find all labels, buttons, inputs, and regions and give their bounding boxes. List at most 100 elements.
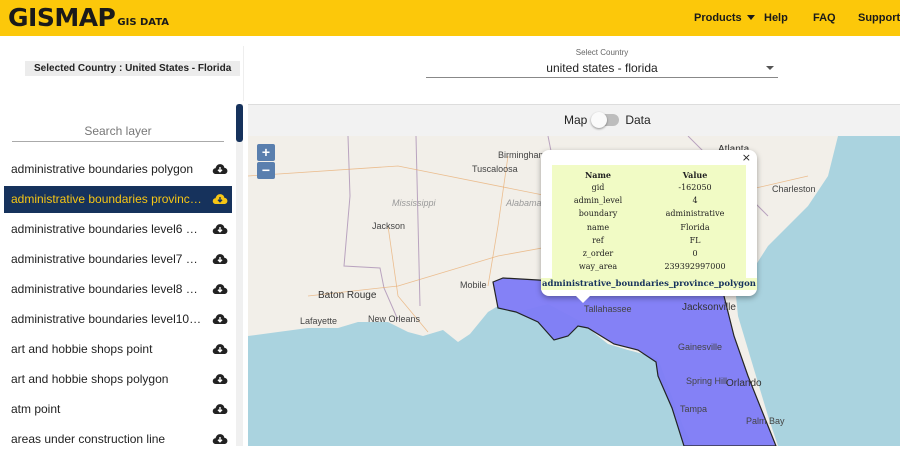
city-label: Tuscaloosa <box>472 164 518 174</box>
sidebar-scrollbar-thumb[interactable] <box>236 104 243 142</box>
layer-item[interactable]: atm point <box>4 396 232 423</box>
country-header: Selected Country : United States - Flori… <box>0 36 900 104</box>
nav-faq[interactable]: FAQ <box>813 0 836 36</box>
top-navbar: GISMAP GIS DATA Products Help FAQ Suppor… <box>0 0 900 36</box>
attribute-name: gid <box>591 183 605 192</box>
layer-item-label: administrative boundaries level6 county … <box>11 222 203 236</box>
table-row: way_area 239392997000 <box>552 261 746 273</box>
attribute-name: way_area <box>578 262 618 272</box>
city-label: Lafayette <box>300 316 338 326</box>
attribute-value: Florida <box>680 222 710 232</box>
layer-item[interactable]: administrative boundaries level10 polygo… <box>4 306 232 333</box>
cloud-download-icon[interactable] <box>212 162 228 176</box>
attribute-name: boundary <box>578 209 618 219</box>
layer-item[interactable]: administrative boundaries polygon <box>4 156 232 183</box>
toggle-data-label: Data <box>625 113 651 127</box>
caret-down-icon <box>746 15 755 20</box>
map-data-toggle[interactable]: Map Data <box>564 112 651 128</box>
nav-help[interactable]: Help <box>764 0 788 36</box>
state-label: Alabama <box>506 198 542 208</box>
layer-item[interactable]: art and hobbie shops polygon <box>4 366 232 393</box>
city-label: Baton Rouge <box>318 290 377 301</box>
attribute-table: Name Value gid -162050 admin_level 4 boundar… <box>552 165 746 287</box>
table-row: gid -162050 <box>552 182 746 194</box>
attribute-name: admin_level <box>573 196 623 206</box>
city-label: Mobile <box>460 280 487 290</box>
layer-item-label: art and hobbie shops point <box>11 342 153 356</box>
country-select[interactable]: united states - florida <box>426 58 778 78</box>
attribute-value: 0 <box>692 249 698 258</box>
layer-item[interactable]: administrative boundaries level6 county … <box>4 216 232 243</box>
chevron-down-icon <box>766 66 774 70</box>
layer-item-label: administrative boundaries level7 polygon <box>11 252 203 266</box>
cloud-download-icon[interactable] <box>212 282 228 296</box>
sidebar-scrollbar-track[interactable] <box>236 104 243 446</box>
logo-subtext: GIS DATA <box>117 17 170 28</box>
state-label: Mississippi <box>392 198 436 208</box>
attribute-name: name <box>586 222 610 232</box>
layer-sidebar: administrative boundaries polygon adminis… <box>0 104 243 446</box>
layer-item-label: administrative boundaries polygon <box>11 162 194 176</box>
cloud-download-icon[interactable] <box>212 192 228 206</box>
attribute-name: z_order <box>582 249 614 258</box>
name-header: Name <box>584 170 612 180</box>
feature-popup: × Name Value gid -162050 admin_level 4 bound… <box>541 150 757 303</box>
layer-item[interactable]: art and hobbie shops point <box>4 336 232 363</box>
attribute-value: 239392997000 <box>664 262 726 272</box>
nav-support[interactable]: Support <box>858 0 900 36</box>
cloud-download-icon[interactable] <box>212 252 228 266</box>
city-label: New Orleans <box>368 314 421 324</box>
city-label: Spring Hill <box>686 376 728 386</box>
cloud-download-icon[interactable] <box>212 402 228 416</box>
table-header: Name Value <box>552 169 746 181</box>
city-label: Tallahassee <box>584 304 632 314</box>
layer-item-label: administrative boundaries level10 polygo… <box>11 312 203 326</box>
nav-products-label: Products <box>694 12 742 24</box>
layer-item-label: administrative boundaries province polyg… <box>11 192 203 206</box>
table-row: name Florida <box>552 222 746 234</box>
selected-country-badge: Selected Country : United States - Flori… <box>25 61 241 76</box>
zoom-in-button[interactable]: + <box>257 144 275 161</box>
attribute-value: FL <box>689 235 701 245</box>
cloud-download-icon[interactable] <box>212 342 228 356</box>
layer-item-label: administrative boundaries level8 polygon <box>11 282 203 296</box>
attribute-name: ref <box>592 235 604 245</box>
layer-item[interactable]: administrative boundaries level7 polygon <box>4 246 232 273</box>
cloud-download-icon[interactable] <box>212 222 228 236</box>
city-label: Charleston <box>772 184 816 194</box>
layer-item[interactable]: areas under construction line <box>4 426 232 453</box>
layer-item-label: areas under construction line <box>11 432 166 446</box>
close-icon[interactable]: × <box>742 151 751 164</box>
table-row: z_order 0 <box>552 248 746 260</box>
cloud-download-icon[interactable] <box>212 312 228 326</box>
layer-item-label: art and hobbie shops polygon <box>11 372 169 386</box>
value-header: Value <box>682 170 708 180</box>
popup-tip <box>576 296 590 303</box>
toggle-knob <box>591 112 608 128</box>
cloud-download-icon[interactable] <box>212 432 228 446</box>
toggle-map-label: Map <box>564 113 588 127</box>
attribute-value: -162050 <box>678 183 712 192</box>
table-row: admin_level 4 <box>552 195 746 207</box>
city-label: Gainesville <box>678 342 723 352</box>
table-row: boundary administrative <box>552 208 746 220</box>
layer-item[interactable]: administrative boundaries province polyg… <box>4 186 232 213</box>
layer-item-label: atm point <box>11 402 61 416</box>
city-label: Jackson <box>372 221 406 231</box>
city-label: Tampa <box>680 404 708 414</box>
divider <box>243 46 244 101</box>
country-select-value: united states - florida <box>546 61 658 75</box>
view-toggle-bar: Map Data <box>248 104 900 136</box>
search-layer-input[interactable] <box>12 120 224 142</box>
city-label: Jacksonville <box>682 302 736 313</box>
gismap-logo[interactable]: GISMAP GIS DATA <box>8 2 169 34</box>
popup-layer-name: administrative_boundaries_province_polyg… <box>541 278 757 290</box>
cloud-download-icon[interactable] <box>212 372 228 386</box>
select-country-label: Select Country <box>575 48 629 57</box>
toggle-switch[interactable] <box>591 112 620 128</box>
table-row: ref FL <box>552 235 746 247</box>
nav-products[interactable]: Products <box>694 0 755 36</box>
layer-item[interactable]: administrative boundaries level8 polygon <box>4 276 232 303</box>
attribute-value: 4 <box>692 196 698 206</box>
zoom-out-button[interactable]: − <box>257 162 275 179</box>
